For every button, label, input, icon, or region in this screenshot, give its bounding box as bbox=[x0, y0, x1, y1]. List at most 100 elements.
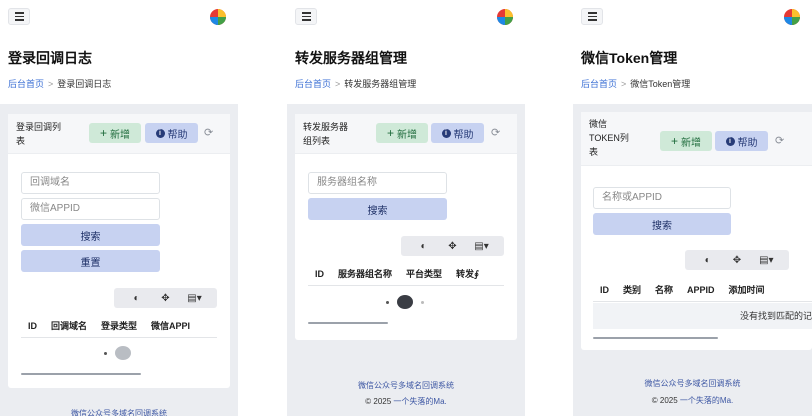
horizontal-scrollbar[interactable] bbox=[308, 322, 388, 324]
menu-toggle-button[interactable] bbox=[8, 8, 30, 25]
app-logo bbox=[495, 7, 515, 27]
wechat-appid-input[interactable]: 微信APPID bbox=[21, 198, 160, 220]
move-icon[interactable]: ✥ bbox=[727, 255, 747, 266]
footer-author-link[interactable]: 一个失落的Ma. bbox=[680, 396, 733, 405]
help-button[interactable]: i 帮助 bbox=[431, 123, 484, 143]
table-header: ID 回调域名 登录类型 微信APPI bbox=[21, 314, 217, 338]
refresh-icon[interactable]: ⟳ bbox=[204, 126, 213, 139]
column-header[interactable]: 名称 bbox=[648, 283, 680, 296]
add-button[interactable]: + 新增 bbox=[89, 123, 141, 143]
column-header[interactable]: 转发∮ bbox=[449, 267, 486, 280]
card-title: 微信 TOKEN列表 bbox=[589, 119, 629, 157]
list-card: 转发服务器 组列表 + 新增 i 帮助 ⟳ 服务器组名称 搜索 ◐ ✥ ▤▾ ID 服… bbox=[295, 114, 517, 340]
page-header: 转发服务器组管理 后台首页 > 转发服务器组管理 bbox=[287, 34, 525, 104]
add-button[interactable]: + 新增 bbox=[376, 123, 428, 143]
card-header: 微信 TOKEN列表 + 新增 i 帮助 ⟳ bbox=[581, 112, 812, 166]
breadcrumb: 后台首页 > 转发服务器组管理 bbox=[295, 77, 416, 90]
help-button[interactable]: i 帮助 bbox=[715, 131, 768, 151]
breadcrumb-home-link[interactable]: 后台首页 bbox=[581, 79, 617, 89]
column-header[interactable]: ID bbox=[21, 321, 44, 331]
refresh-icon[interactable]: ⟳ bbox=[491, 126, 500, 139]
plus-icon: + bbox=[386, 126, 394, 140]
page-title: 转发服务器组管理 bbox=[295, 50, 407, 66]
search-button[interactable]: 搜索 bbox=[593, 213, 731, 235]
page-header: 微信Token管理 后台首页 > 微信Token管理 bbox=[573, 34, 812, 104]
table-toolbar: ◐ ✥ ▤▾ bbox=[401, 236, 504, 256]
reset-button[interactable]: 重置 bbox=[21, 250, 160, 272]
pagination bbox=[386, 295, 424, 309]
empty-table-message: 没有找到匹配的记 bbox=[593, 303, 812, 329]
name-or-appid-input[interactable]: 名称或APPID bbox=[593, 187, 731, 209]
table-header: ID 服务器组名称 平台类型 转发∮ bbox=[308, 262, 504, 286]
column-header[interactable]: 类别 bbox=[616, 283, 648, 296]
app-logo bbox=[208, 7, 228, 27]
search-button[interactable]: 搜索 bbox=[308, 198, 447, 220]
page-next[interactable] bbox=[421, 300, 424, 304]
server-group-name-input[interactable]: 服务器组名称 bbox=[308, 172, 447, 194]
help-button[interactable]: i 帮助 bbox=[145, 123, 198, 143]
column-header[interactable]: APPID bbox=[680, 285, 722, 295]
info-icon: i bbox=[155, 128, 165, 138]
page-previous[interactable] bbox=[386, 300, 389, 304]
breadcrumb-current: 转发服务器组管理 bbox=[344, 79, 417, 89]
top-bar bbox=[0, 0, 238, 34]
list-card: 微信 TOKEN列表 + 新增 i 帮助 ⟳ 名称或APPID 搜索 ◐ ✥ ▤▾ I… bbox=[581, 112, 812, 350]
panel-forward-server-group: 转发服务器组管理 后台首页 > 转发服务器组管理 转发服务器 组列表 + 新增 i 帮助 … bbox=[287, 0, 525, 416]
horizontal-scrollbar[interactable] bbox=[21, 373, 141, 375]
page-title: 微信Token管理 bbox=[581, 50, 678, 66]
horizontal-scrollbar[interactable] bbox=[593, 337, 718, 339]
breadcrumb: 后台首页 > 微信Token管理 bbox=[581, 77, 690, 90]
card-title: 转发服务器 组列表 bbox=[303, 122, 349, 146]
top-bar bbox=[287, 0, 525, 34]
app-logo bbox=[782, 7, 802, 27]
table-toolbar: ◐ ✥ ▤▾ bbox=[685, 250, 789, 270]
column-header[interactable]: 添加时间 bbox=[722, 283, 772, 296]
toggle-icon[interactable]: ◐ bbox=[127, 293, 147, 304]
refresh-icon[interactable]: ⟳ bbox=[775, 134, 784, 147]
chevron-right-icon: > bbox=[335, 79, 341, 89]
chevron-right-icon: > bbox=[621, 79, 627, 89]
footer-title: 微信公众号多域名回调系统 bbox=[358, 381, 454, 390]
column-header[interactable]: 平台类型 bbox=[399, 267, 449, 280]
page-header: 登录回调日志 后台首页 > 登录回调日志 bbox=[0, 34, 238, 104]
breadcrumb: 后台首页 > 登录回调日志 bbox=[8, 77, 111, 90]
columns-icon[interactable]: ▤▾ bbox=[185, 293, 205, 304]
panel-login-callback-log: 登录回调日志 后台首页 > 登录回调日志 登录回调列表 + 新增 i 帮助 ⟳ 回调域名… bbox=[0, 0, 238, 416]
column-header[interactable]: ID bbox=[593, 285, 616, 295]
column-header[interactable]: 回调域名 bbox=[44, 319, 94, 332]
toggle-icon[interactable]: ◐ bbox=[414, 241, 434, 252]
breadcrumb-home-link[interactable]: 后台首页 bbox=[295, 79, 331, 89]
card-title: 登录回调列表 bbox=[16, 122, 62, 146]
page-current[interactable] bbox=[115, 346, 131, 360]
column-header[interactable]: 微信APPI bbox=[144, 319, 197, 332]
panel-wechat-token: 微信Token管理 后台首页 > 微信Token管理 微信 TOKEN列表 + 新增 i… bbox=[573, 0, 812, 416]
page-previous[interactable] bbox=[104, 351, 107, 355]
add-button[interactable]: + 新增 bbox=[660, 131, 712, 151]
footer-copyright: © 2025 一个失落的Ma. bbox=[365, 397, 447, 406]
toggle-icon[interactable]: ◐ bbox=[698, 255, 718, 266]
menu-toggle-button[interactable] bbox=[295, 8, 317, 25]
column-header[interactable]: 登录类型 bbox=[94, 319, 144, 332]
info-icon: i bbox=[441, 128, 451, 138]
move-icon[interactable]: ✥ bbox=[443, 241, 463, 252]
card-header: 登录回调列表 + 新增 i 帮助 ⟳ bbox=[8, 114, 230, 154]
breadcrumb-home-link[interactable]: 后台首页 bbox=[8, 79, 44, 89]
move-icon[interactable]: ✥ bbox=[156, 293, 176, 304]
page-current[interactable] bbox=[397, 295, 413, 309]
info-icon: i bbox=[725, 136, 735, 146]
chevron-right-icon: > bbox=[48, 79, 54, 89]
columns-icon[interactable]: ▤▾ bbox=[756, 255, 776, 266]
table-toolbar: ◐ ✥ ▤▾ bbox=[114, 288, 217, 308]
search-button[interactable]: 搜索 bbox=[21, 224, 160, 246]
plus-icon: + bbox=[670, 134, 678, 148]
column-header[interactable]: 服务器组名称 bbox=[331, 267, 399, 280]
breadcrumb-current: 微信Token管理 bbox=[630, 79, 691, 89]
callback-domain-input[interactable]: 回调域名 bbox=[21, 172, 160, 194]
column-header[interactable]: ID bbox=[308, 269, 331, 279]
footer-title: 微信公众号多域名回调系统 bbox=[71, 409, 167, 416]
plus-icon: + bbox=[99, 126, 107, 140]
table-header: ID 类别 名称 APPID 添加时间 bbox=[593, 278, 812, 302]
menu-toggle-button[interactable] bbox=[581, 8, 603, 25]
columns-icon[interactable]: ▤▾ bbox=[472, 241, 492, 252]
footer-author-link[interactable]: 一个失落的Ma. bbox=[393, 397, 446, 406]
